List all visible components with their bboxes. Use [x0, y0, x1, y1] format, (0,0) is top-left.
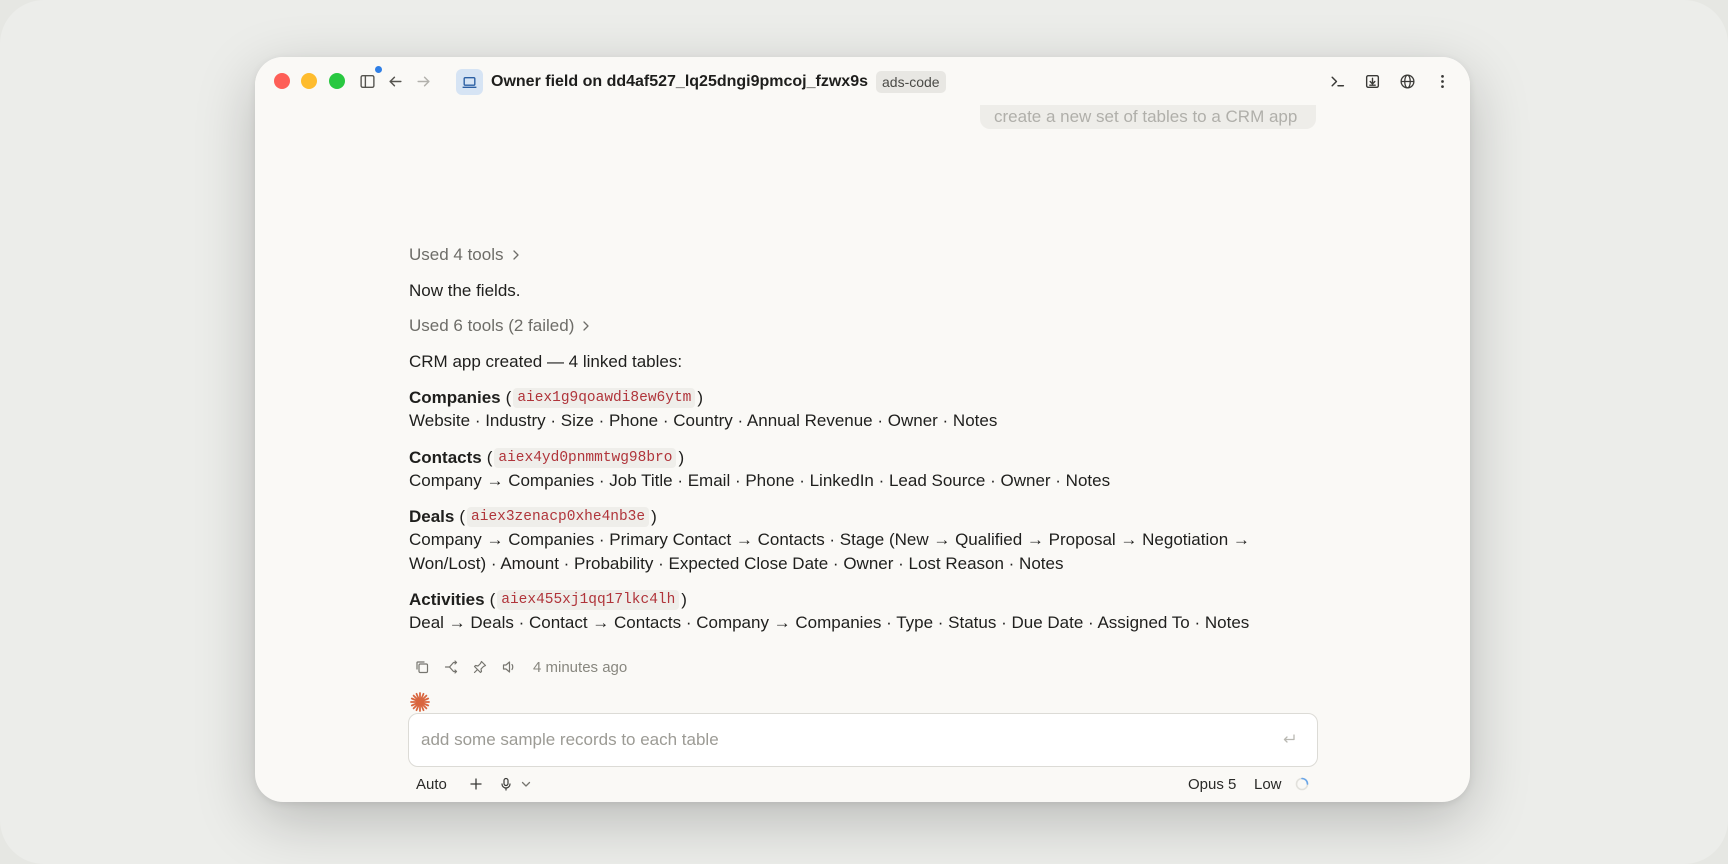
- speaker-icon[interactable]: [500, 658, 518, 676]
- tools-used-2-toggle[interactable]: Used 6 tools (2 failed): [409, 316, 592, 336]
- paren-open: (: [489, 590, 496, 609]
- model-selector[interactable]: Opus 5: [1188, 776, 1236, 793]
- notification-dot: [375, 66, 382, 73]
- arrow-right-icon[interactable]: [411, 69, 435, 93]
- table-heading: Activities ( aiex455xj1qq17lkc4lh ): [409, 589, 1309, 611]
- summary-line: CRM app created — 4 linked tables:: [409, 352, 683, 371]
- paren-close: ): [651, 507, 657, 526]
- message-actions: 4 minutes ago: [413, 657, 627, 677]
- effort-label: Low: [1254, 776, 1282, 793]
- tools-used-1-label: Used 4 tools: [409, 245, 504, 264]
- window-title: Owner field on dd4af527_lq25dngi9pmcoj_f…: [491, 73, 868, 90]
- globe-icon[interactable]: [1395, 69, 1419, 93]
- table-block-companies: Companies ( aiex1g9qoawdi8ew6ytm ) Websi…: [409, 387, 1309, 433]
- more-vertical-icon[interactable]: [1430, 69, 1454, 93]
- table-name: Companies: [409, 388, 501, 407]
- table-fields: Deal → Deals · Contact → Contacts · Comp…: [409, 613, 1250, 632]
- table-heading: Contacts ( aiex4yd0pnmmtwg98bro ): [409, 447, 1309, 469]
- pin-icon[interactable]: [471, 658, 489, 676]
- terminal-icon[interactable]: [1325, 69, 1349, 93]
- arrow-left-icon[interactable]: [383, 69, 407, 93]
- table-name: Contacts: [409, 448, 482, 467]
- paren-open: (: [505, 388, 512, 407]
- title-bar: Owner field on dd4af527_lq25dngi9pmcoj_f…: [255, 57, 1470, 105]
- download-icon[interactable]: [1360, 69, 1384, 93]
- table-block-deals: Deals ( aiex3zenacp0xhe4nb3e ) Company →…: [409, 506, 1279, 576]
- table-block-activities: Activities ( aiex455xj1qq17lkc4lh ) Deal…: [409, 589, 1309, 635]
- plus-icon[interactable]: [468, 776, 484, 792]
- laptop-icon: [456, 69, 483, 95]
- enter-icon[interactable]: [1281, 731, 1299, 749]
- table-fields: Company → Companies · Primary Contact → …: [409, 530, 1250, 573]
- mic-icon[interactable]: [498, 776, 514, 792]
- spark-icon: [409, 691, 431, 713]
- table-name: Activities: [409, 590, 485, 609]
- chevron-right-icon: [512, 250, 519, 260]
- paren-open: (: [459, 507, 466, 526]
- table-id: aiex3zenacp0xhe4nb3e: [467, 507, 650, 527]
- tools-used-1-toggle[interactable]: Used 4 tools: [409, 245, 522, 265]
- table-name: Deals: [409, 507, 455, 526]
- paren-open: (: [486, 448, 493, 467]
- branch-icon[interactable]: [442, 658, 460, 676]
- spinner-icon: [1294, 776, 1310, 792]
- paren-close: ): [697, 388, 704, 407]
- composer-box: [408, 713, 1318, 767]
- paren-close: ): [681, 590, 687, 609]
- mode-selector[interactable]: Auto: [416, 776, 447, 793]
- sidebar-icon[interactable]: [355, 69, 379, 93]
- paren-close: ): [678, 448, 685, 467]
- tools-used-2-label: Used 6 tools (2 failed): [409, 316, 575, 335]
- fields-line: Now the fields.: [409, 281, 521, 300]
- chevron-down-icon[interactable]: [518, 776, 534, 792]
- table-id: aiex455xj1qq17lkc4lh: [497, 590, 680, 610]
- title-actions: [1325, 69, 1454, 93]
- app-window: Owner field on dd4af527_lq25dngi9pmcoj_f…: [255, 57, 1470, 802]
- model-label: Opus 5: [1188, 776, 1237, 793]
- table-id: aiex1g9qoawdi8ew6ytm: [513, 388, 696, 408]
- effort-selector[interactable]: Low: [1254, 776, 1282, 793]
- close-window-button[interactable]: [274, 73, 290, 89]
- maximize-window-button[interactable]: [329, 73, 345, 89]
- project-badge[interactable]: ads-code: [876, 71, 946, 93]
- table-id: aiex4yd0pnmmtwg98bro: [494, 448, 677, 468]
- copy-icon[interactable]: [413, 658, 431, 676]
- table-heading: Companies ( aiex1g9qoawdi8ew6ytm ): [409, 387, 1309, 409]
- minimize-window-button[interactable]: [301, 73, 317, 89]
- message-input[interactable]: [421, 728, 1251, 752]
- table-heading: Deals ( aiex3zenacp0xhe4nb3e ): [409, 506, 1279, 528]
- composer-toolbar: Auto Opus 5 Low: [408, 774, 1318, 798]
- table-block-contacts: Contacts ( aiex4yd0pnmmtwg98bro ) Compan…: [409, 447, 1309, 493]
- window-title-group: Owner field on dd4af527_lq25dngi9pmcoj_f…: [456, 69, 946, 95]
- mode-label: Auto: [416, 776, 447, 793]
- message-timestamp: 4 minutes ago: [533, 658, 628, 676]
- table-fields: Website · Industry · Size · Phone · Coun…: [409, 411, 998, 430]
- chevron-right-icon: [583, 321, 590, 331]
- table-fields: Company → Companies · Job Title · Email …: [409, 471, 1111, 490]
